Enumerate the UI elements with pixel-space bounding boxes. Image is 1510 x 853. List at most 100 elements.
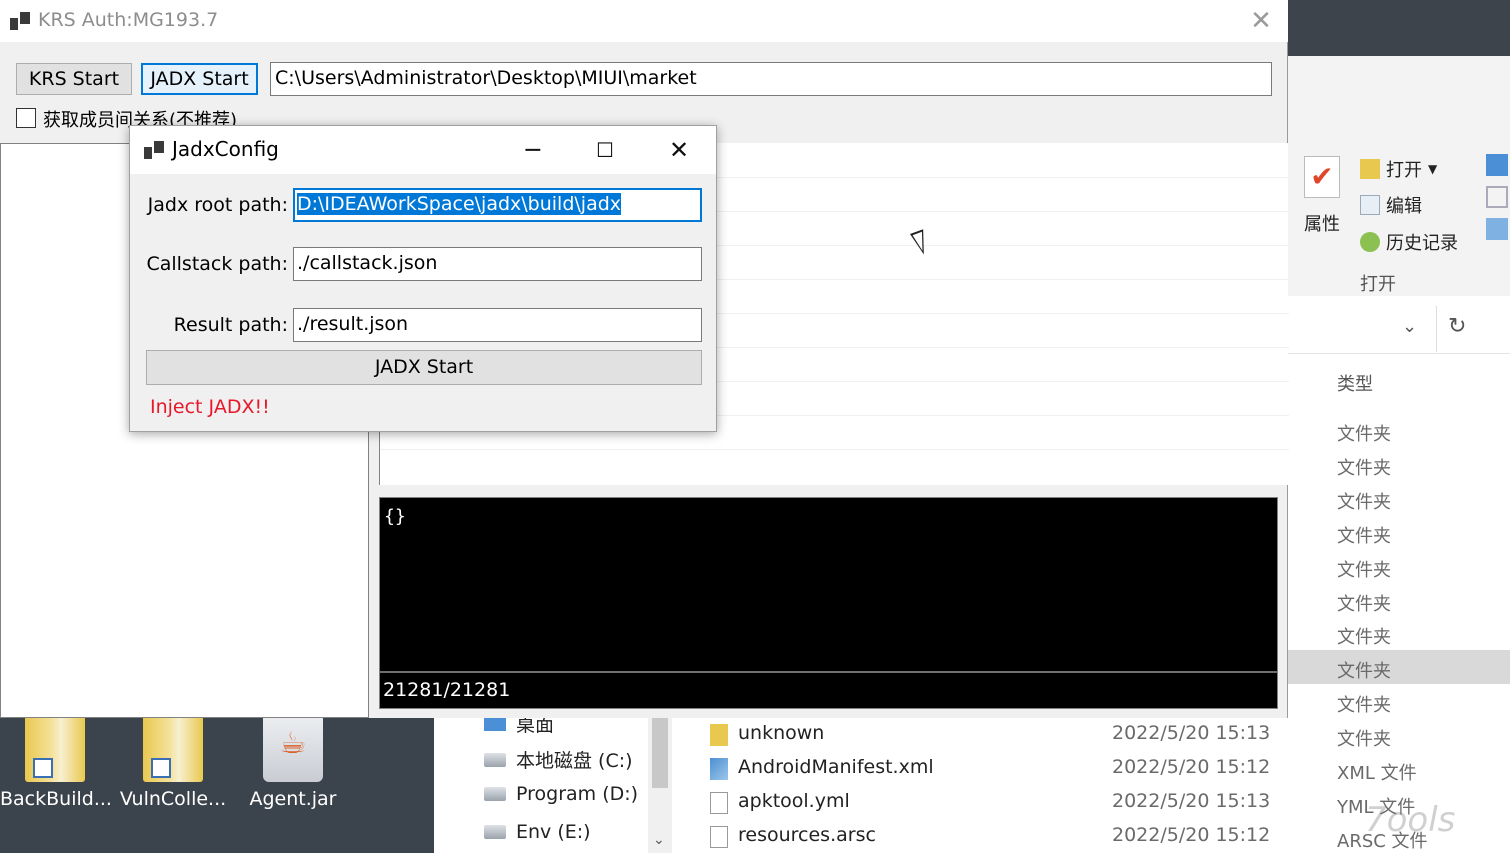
folder-icon (710, 724, 728, 746)
type-column-header[interactable]: 类型 (1337, 370, 1373, 396)
file-date: 2022/5/20 15:13 (1112, 722, 1271, 744)
nav-scrollbar[interactable]: ⌄ (648, 716, 672, 853)
jadx-root-label: Jadx root path: (147, 194, 288, 216)
file-name: unknown (738, 722, 825, 744)
history-icon (1360, 232, 1380, 252)
address-bar: ⌄ ↻ (1288, 304, 1510, 354)
close-icon[interactable]: ✕ (1244, 6, 1278, 36)
main-window-title: KRS Auth:MG193.7 (38, 9, 219, 31)
callstack-path-input[interactable]: ./callstack.json (293, 247, 702, 281)
file-name: resources.arsc (738, 824, 876, 846)
jadx-config-dialog: JadxConfig ─ ☐ ✕ Jadx root path: D:\IDEA… (129, 125, 717, 432)
chevron-down-icon[interactable]: ⌄ (653, 832, 665, 848)
type-cell: 文件夹 (1337, 627, 1391, 648)
file-row[interactable]: unknown 2022/5/20 15:13 (674, 718, 1288, 752)
edit-label: 编辑 (1386, 196, 1422, 217)
xml-file-icon (710, 758, 728, 780)
inject-warning-text: Inject JADX!! (150, 396, 270, 418)
desktop-icon-label: Agent.jar (249, 788, 337, 810)
type-cell: 文件夹 (1337, 526, 1391, 547)
properties-label: 属性 (1304, 214, 1340, 235)
type-cell: 文件夹 (1337, 729, 1391, 750)
jadx-root-input[interactable]: D:\IDEAWorkSpace\jadx\build\jadx (293, 188, 702, 222)
desktop-icon-vulncollect[interactable]: VulnColle... (118, 712, 228, 810)
nav-item-drive-c[interactable]: 本地磁盘 (C:) (484, 746, 633, 773)
file-row[interactable]: resources.arsc 2022/5/20 15:12 (674, 820, 1288, 853)
nav-item-drive-e[interactable]: Env (E:) (484, 821, 591, 843)
folder-shortcut-icon (143, 712, 203, 782)
app-window-icon (144, 141, 164, 159)
main-title-bar[interactable]: KRS Auth:MG193.7 ✕ (0, 0, 1288, 42)
java-jar-icon: ☕ (263, 712, 323, 782)
selected-text: D:\IDEAWorkSpace\jadx\build\jadx (297, 193, 622, 215)
type-cell: 文件夹 (1337, 492, 1391, 513)
drive-icon (484, 787, 506, 801)
nav-item-drive-d[interactable]: Program (D:) (484, 783, 638, 805)
ribbon-group-open-label: 打开 (1360, 274, 1396, 295)
history-label: 历史记录 (1386, 233, 1458, 254)
type-cell: 文件夹 (1337, 695, 1391, 716)
properties-button[interactable]: ✔ 属性 (1304, 156, 1340, 236)
type-cell: 文件夹 (1337, 661, 1391, 682)
chevron-down-icon[interactable]: ⌄ (1402, 316, 1417, 337)
file-name: apktool.yml (738, 790, 850, 812)
folder-shortcut-icon (25, 712, 85, 782)
jadx-start-button[interactable]: JADX Start (141, 63, 258, 95)
nav-item-label: 本地磁盘 (C:) (516, 750, 633, 772)
desktop-icon (484, 716, 506, 731)
dropdown-arrow-icon: ▼ (1428, 162, 1438, 176)
minimize-icon[interactable]: ─ (511, 132, 555, 168)
desktop-icon-label: VulnColle... (119, 788, 227, 810)
desktop-icon-label: BackBuild... (0, 788, 112, 810)
edit-button[interactable]: 编辑 (1360, 192, 1422, 218)
dialog-jadx-start-button[interactable]: JADX Start (146, 350, 702, 385)
refresh-icon[interactable]: ↻ (1448, 314, 1466, 339)
nav-item-label: Env (E:) (516, 821, 591, 843)
target-path-input[interactable]: C:\Users\Administrator\Desktop\MIUI\mark… (270, 62, 1272, 96)
nav-item-label: Program (D:) (516, 783, 639, 805)
selected-row-highlight (1288, 650, 1510, 684)
file-date: 2022/5/20 15:12 (1112, 756, 1271, 778)
type-cell: XML 文件 (1337, 763, 1417, 784)
member-relation-checkbox[interactable] (16, 108, 36, 128)
type-cell: 文件夹 (1337, 560, 1391, 581)
checkmark-properties-icon: ✔ (1304, 156, 1340, 198)
explorer-ribbon: ✔ 属性 打开 ▼ 编辑 历史记录 打开 (1288, 56, 1510, 296)
type-cell: 文件夹 (1337, 458, 1391, 479)
desktop-icon-backbuild[interactable]: BackBuild... (0, 712, 112, 810)
explorer-title-area (1288, 0, 1510, 56)
file-explorer-window: ✔ 属性 打开 ▼ 编辑 历史记录 打开 ⌄ ↻ (1288, 0, 1510, 853)
progress-status: 21281/21281 (380, 671, 1277, 709)
file-name: AndroidManifest.xml (738, 756, 934, 778)
maximize-icon[interactable]: ☐ (583, 132, 627, 168)
result-path-label: Result path: (173, 314, 288, 336)
app-window-icon (10, 12, 30, 30)
drive-icon (484, 825, 506, 839)
close-icon[interactable]: ✕ (657, 132, 701, 168)
history-button[interactable]: 历史记录 (1360, 229, 1458, 255)
open-button[interactable]: 打开 ▼ (1360, 156, 1437, 182)
navigation-pane: 桌面 本地磁盘 (C:) Program (D:) Env (E:) (434, 714, 674, 853)
select-icon[interactable] (1486, 218, 1508, 240)
document-icon (710, 826, 728, 848)
dialog-title: JadxConfig (172, 137, 279, 161)
type-cell: 文件夹 (1337, 424, 1391, 445)
krs-start-button[interactable]: KRS Start (16, 63, 132, 95)
edit-icon (1360, 195, 1380, 215)
callstack-path-label: Callstack path: (146, 253, 288, 275)
drive-icon (484, 752, 506, 767)
desktop-icon-agent-jar[interactable]: ☕ Agent.jar (238, 712, 348, 810)
watermark-logo: 7ools (1365, 800, 1456, 840)
layout-icon[interactable] (1486, 154, 1508, 176)
result-path-input[interactable]: ./result.json (293, 308, 702, 342)
dialog-title-bar[interactable]: JadxConfig ─ ☐ ✕ (130, 126, 716, 174)
open-label: 打开 (1386, 160, 1422, 181)
file-row[interactable]: apktool.yml 2022/5/20 15:13 (674, 786, 1288, 820)
grid-icon[interactable] (1486, 186, 1508, 208)
document-icon (710, 792, 728, 814)
scrollbar-thumb[interactable] (652, 716, 668, 788)
console-output[interactable]: {} 21281/21281 (379, 497, 1278, 709)
console-text: {} (384, 506, 406, 527)
file-row[interactable]: AndroidManifest.xml 2022/5/20 15:12 (674, 752, 1288, 786)
type-cell: 文件夹 (1337, 594, 1391, 615)
